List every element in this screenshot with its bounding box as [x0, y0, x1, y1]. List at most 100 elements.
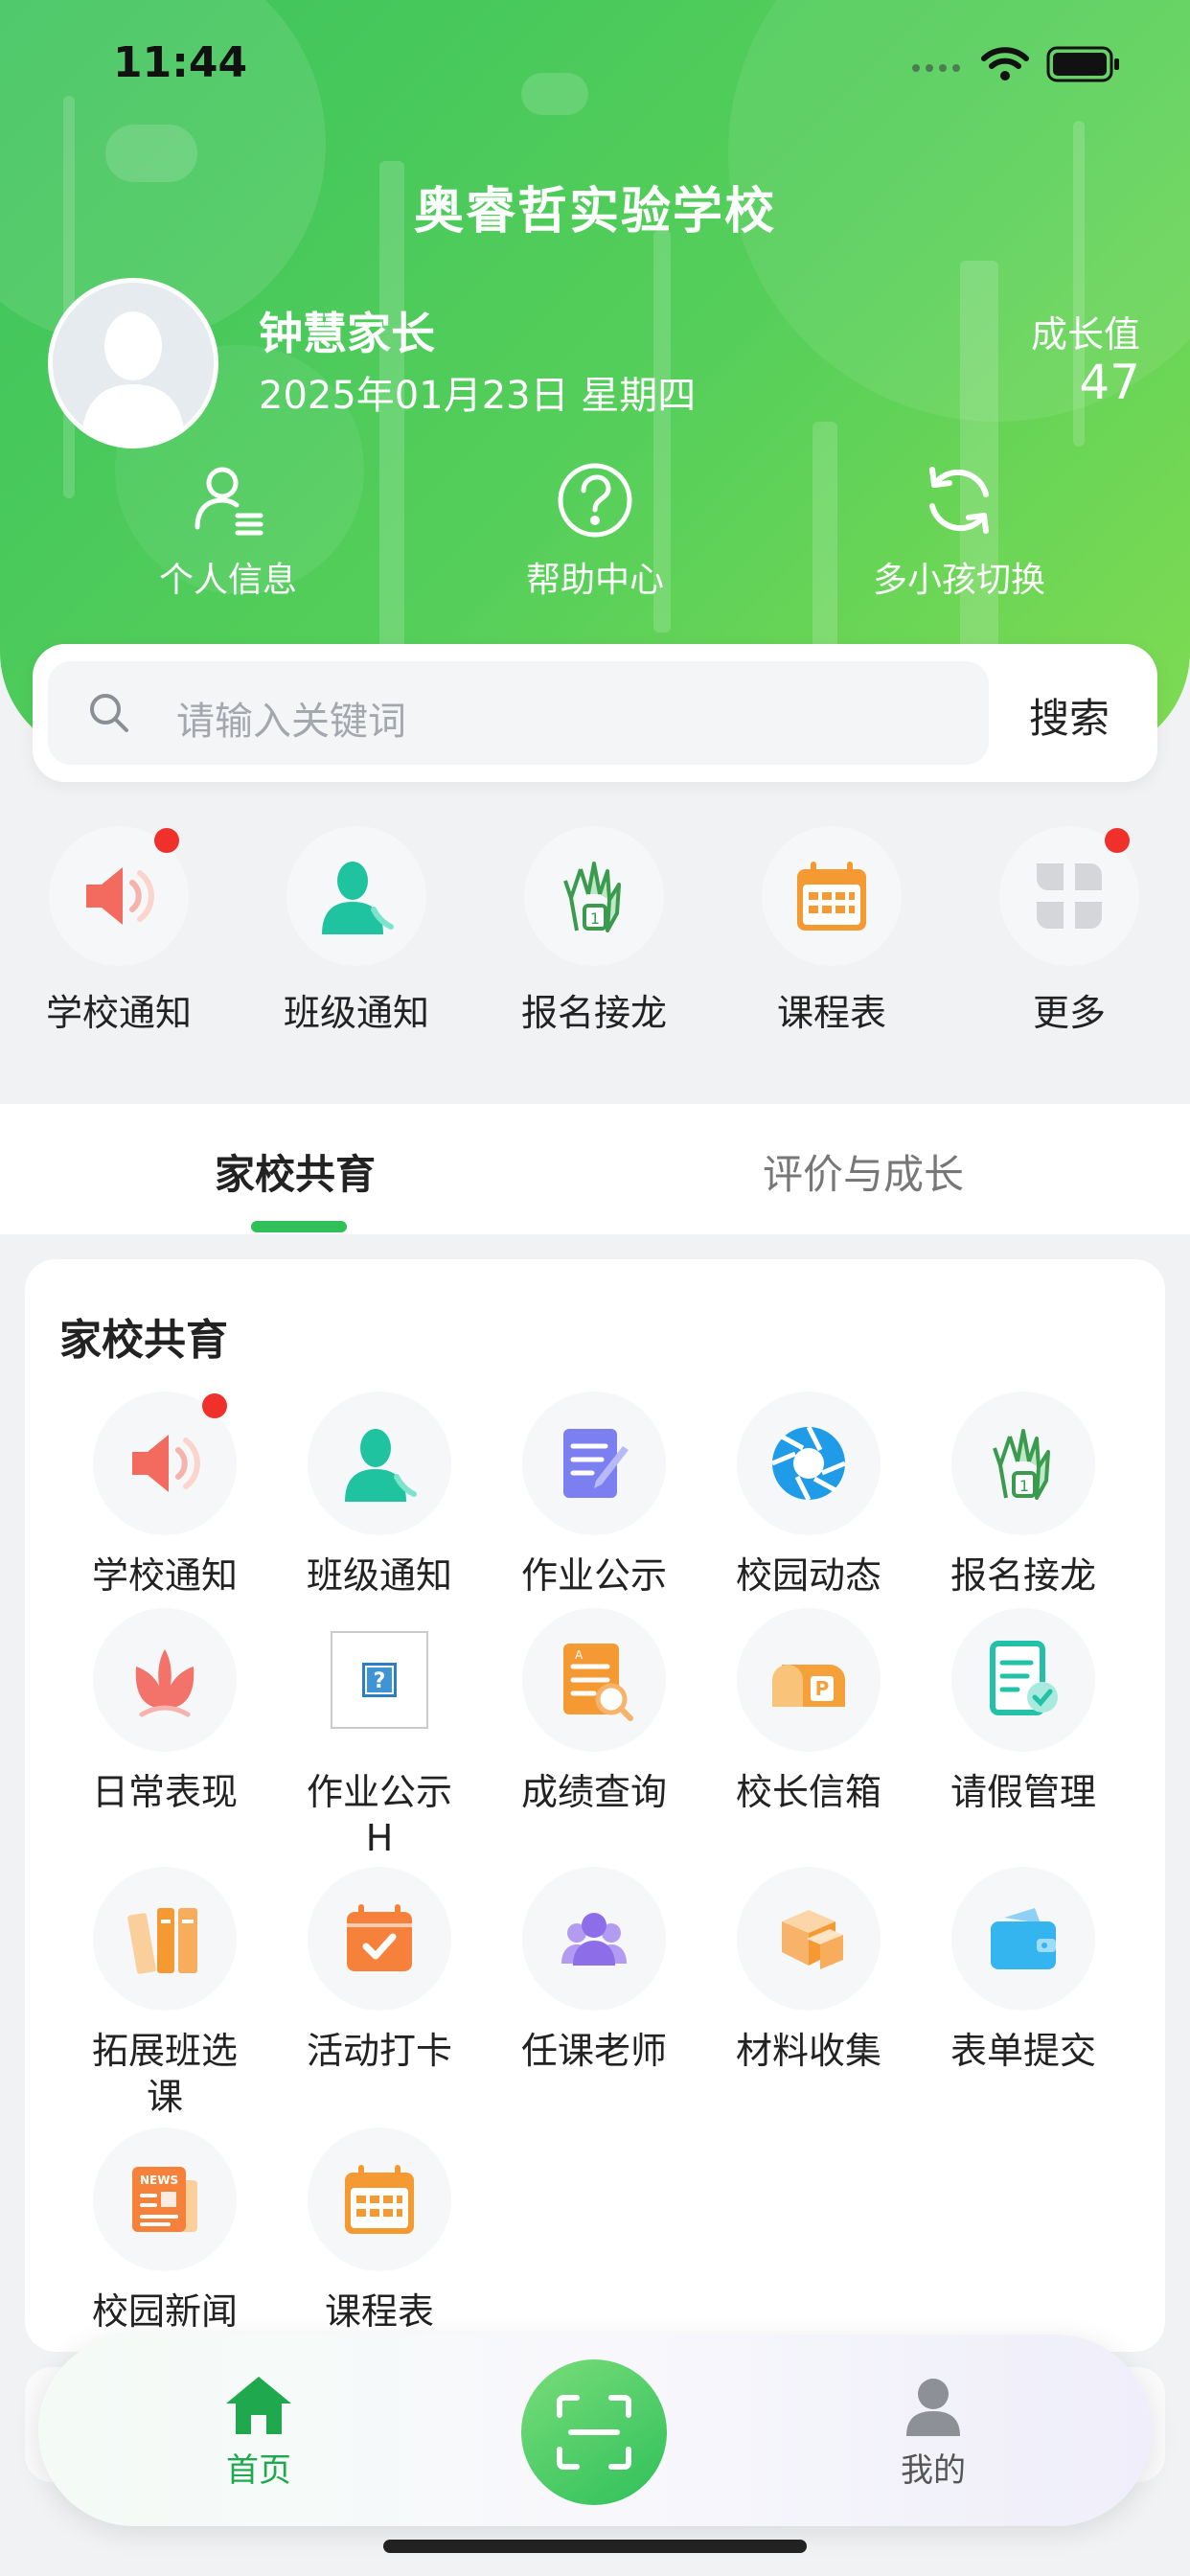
icon-circle: P — [737, 1608, 881, 1752]
icon-circle: 1 — [524, 826, 664, 966]
nav-home[interactable]: 首页 — [153, 2373, 364, 2491]
search-input[interactable]: 请输入关键词 — [48, 661, 989, 765]
help-center-label: 帮助中心 — [525, 561, 664, 600]
tab-evaluation-growth[interactable]: 评价与成长 — [763, 1142, 964, 1201]
document-edit-icon — [563, 1429, 629, 1498]
tab-home-school[interactable]: 家校共育 — [215, 1142, 376, 1201]
icon-circle — [49, 826, 189, 966]
grid-item-label: 报名接龙 — [950, 1554, 1096, 1597]
battery-icon — [1046, 46, 1119, 82]
speaker-icon — [86, 867, 154, 925]
grid-item-homework-h[interactable]: ? 作业公示H — [272, 1608, 487, 1861]
grid-item-material-collection[interactable]: 材料收集 — [701, 1867, 916, 2074]
search-button[interactable]: 搜索 — [1029, 686, 1110, 745]
icon-circle — [522, 1867, 666, 2011]
svg-text:P: P — [815, 1677, 830, 1700]
nav-home-label: 首页 — [226, 2451, 291, 2490]
report-search-icon: A — [563, 1644, 633, 1721]
avatar[interactable] — [48, 278, 218, 448]
grid-item-form-submit[interactable]: 表单提交 — [916, 1867, 1131, 2074]
scan-icon — [557, 2395, 631, 2470]
icon-circle: NEWS — [93, 2128, 237, 2271]
calendar-icon — [797, 862, 866, 931]
icon-circle — [286, 826, 426, 966]
section-title: 家校共育 — [59, 1316, 228, 1365]
grid-item-principal-mailbox[interactable]: P 校长信箱 — [701, 1608, 916, 1815]
icon-circle — [999, 826, 1139, 966]
contact-person-icon — [345, 1429, 417, 1502]
quick-item-label: 班级通知 — [283, 992, 429, 1034]
boxes-icon — [782, 1910, 843, 1969]
lotus-icon — [135, 1649, 195, 1717]
default-avatar-icon — [53, 283, 214, 444]
mailbox-icon: P — [772, 1665, 845, 1707]
grid-item-daily-performance[interactable]: 日常表现 — [57, 1608, 272, 1815]
grid-item-teachers[interactable]: 任课老师 — [487, 1867, 701, 2074]
grid-item-extension-course[interactable]: 拓展班选课 — [57, 1867, 272, 2120]
search-card: 请输入关键词 搜索 — [33, 644, 1157, 782]
svg-text:A: A — [575, 1648, 584, 1662]
tab-active-indicator — [251, 1221, 347, 1232]
search-icon — [90, 694, 128, 732]
grid-item-leave-management[interactable]: 请假管理 — [916, 1608, 1131, 1815]
speaker-icon — [132, 1435, 200, 1492]
quick-item-class-notice[interactable]: 班级通知 — [261, 826, 452, 1036]
raise-hand-icon: 1 — [563, 862, 621, 932]
wallet-icon — [991, 1908, 1056, 1969]
broken-image-icon: ? — [331, 1631, 428, 1729]
personal-info-button[interactable]: 个人信息 — [84, 460, 372, 602]
grid-item-score-query[interactable]: A 成绩查询 — [487, 1608, 701, 1815]
calendar-check-icon — [347, 1904, 412, 1971]
search-placeholder: 请输入关键词 — [176, 700, 406, 744]
grid-item-class-notice[interactable]: 班级通知 — [272, 1392, 487, 1598]
scan-button[interactable] — [521, 2359, 667, 2505]
icon-circle — [93, 1867, 237, 2011]
contact-person-icon — [322, 862, 394, 934]
books-icon — [127, 1908, 197, 1974]
quick-item-timetable[interactable]: 课程表 — [736, 826, 927, 1036]
refresh-icon — [929, 467, 989, 534]
icon-circle — [737, 1867, 881, 2011]
icon-circle — [308, 2128, 451, 2271]
unread-badge — [1105, 828, 1130, 853]
quick-item-label: 更多 — [1032, 992, 1106, 1034]
icon-circle: A — [522, 1608, 666, 1752]
icon-circle — [93, 1392, 237, 1535]
user-name: 钟慧家长 — [259, 308, 435, 359]
quick-item-school-notice[interactable]: 学校通知 — [23, 826, 215, 1036]
growth-value[interactable]: 47 — [1079, 355, 1140, 410]
grid-item-signup[interactable]: 1 报名接龙 — [916, 1392, 1131, 1598]
icon-circle — [93, 1608, 237, 1752]
grid-item-activity-checkin[interactable]: 活动打卡 — [272, 1867, 487, 2074]
grid-item-label: 校园新闻 — [91, 2290, 238, 2333]
quick-item-label: 课程表 — [776, 992, 886, 1034]
icon-circle — [951, 1608, 1095, 1752]
grid-item-label: 班级通知 — [306, 1554, 452, 1597]
quick-item-label: 报名接龙 — [520, 992, 667, 1034]
tab-bar: 家校共育 评价与成长 — [0, 1104, 1190, 1234]
grid-item-campus-news-feed[interactable]: 校园动态 — [701, 1392, 916, 1598]
grid-item-label: 任课老师 — [520, 2030, 667, 2072]
svg-text:?: ? — [374, 1669, 386, 1693]
grid-item-label: 作业公示H — [306, 1771, 452, 1859]
help-center-button[interactable]: 帮助中心 — [451, 460, 739, 602]
icon-circle — [762, 826, 902, 966]
grid-item-campus-news[interactable]: NEWS 校园新闻 — [57, 2128, 272, 2334]
quick-item-signup[interactable]: 1 报名接龙 — [498, 826, 690, 1036]
newspaper-icon: NEWS — [132, 2167, 197, 2232]
grid-item-label: 日常表现 — [91, 1771, 238, 1813]
quick-item-more[interactable]: 更多 — [973, 826, 1165, 1036]
raise-hand-icon: 1 — [993, 1429, 1050, 1500]
bottom-nav: 首页 我的 — [38, 2334, 1152, 2526]
grid-item-homework[interactable]: 作业公示 — [487, 1392, 701, 1598]
signal-icon — [912, 64, 960, 72]
grid-item-label: 校园动态 — [735, 1554, 881, 1597]
nav-mine[interactable]: 我的 — [828, 2373, 1039, 2491]
switch-child-button[interactable]: 多小孩切换 — [815, 460, 1103, 602]
growth-label: 成长值 — [1030, 313, 1140, 356]
grid-item-timetable[interactable]: 课程表 — [272, 2128, 487, 2334]
grid-item-school-notice[interactable]: 学校通知 — [57, 1392, 272, 1598]
unread-badge — [202, 1393, 227, 1418]
icon-circle — [308, 1867, 451, 2011]
grid-item-label: 活动打卡 — [306, 2030, 452, 2072]
